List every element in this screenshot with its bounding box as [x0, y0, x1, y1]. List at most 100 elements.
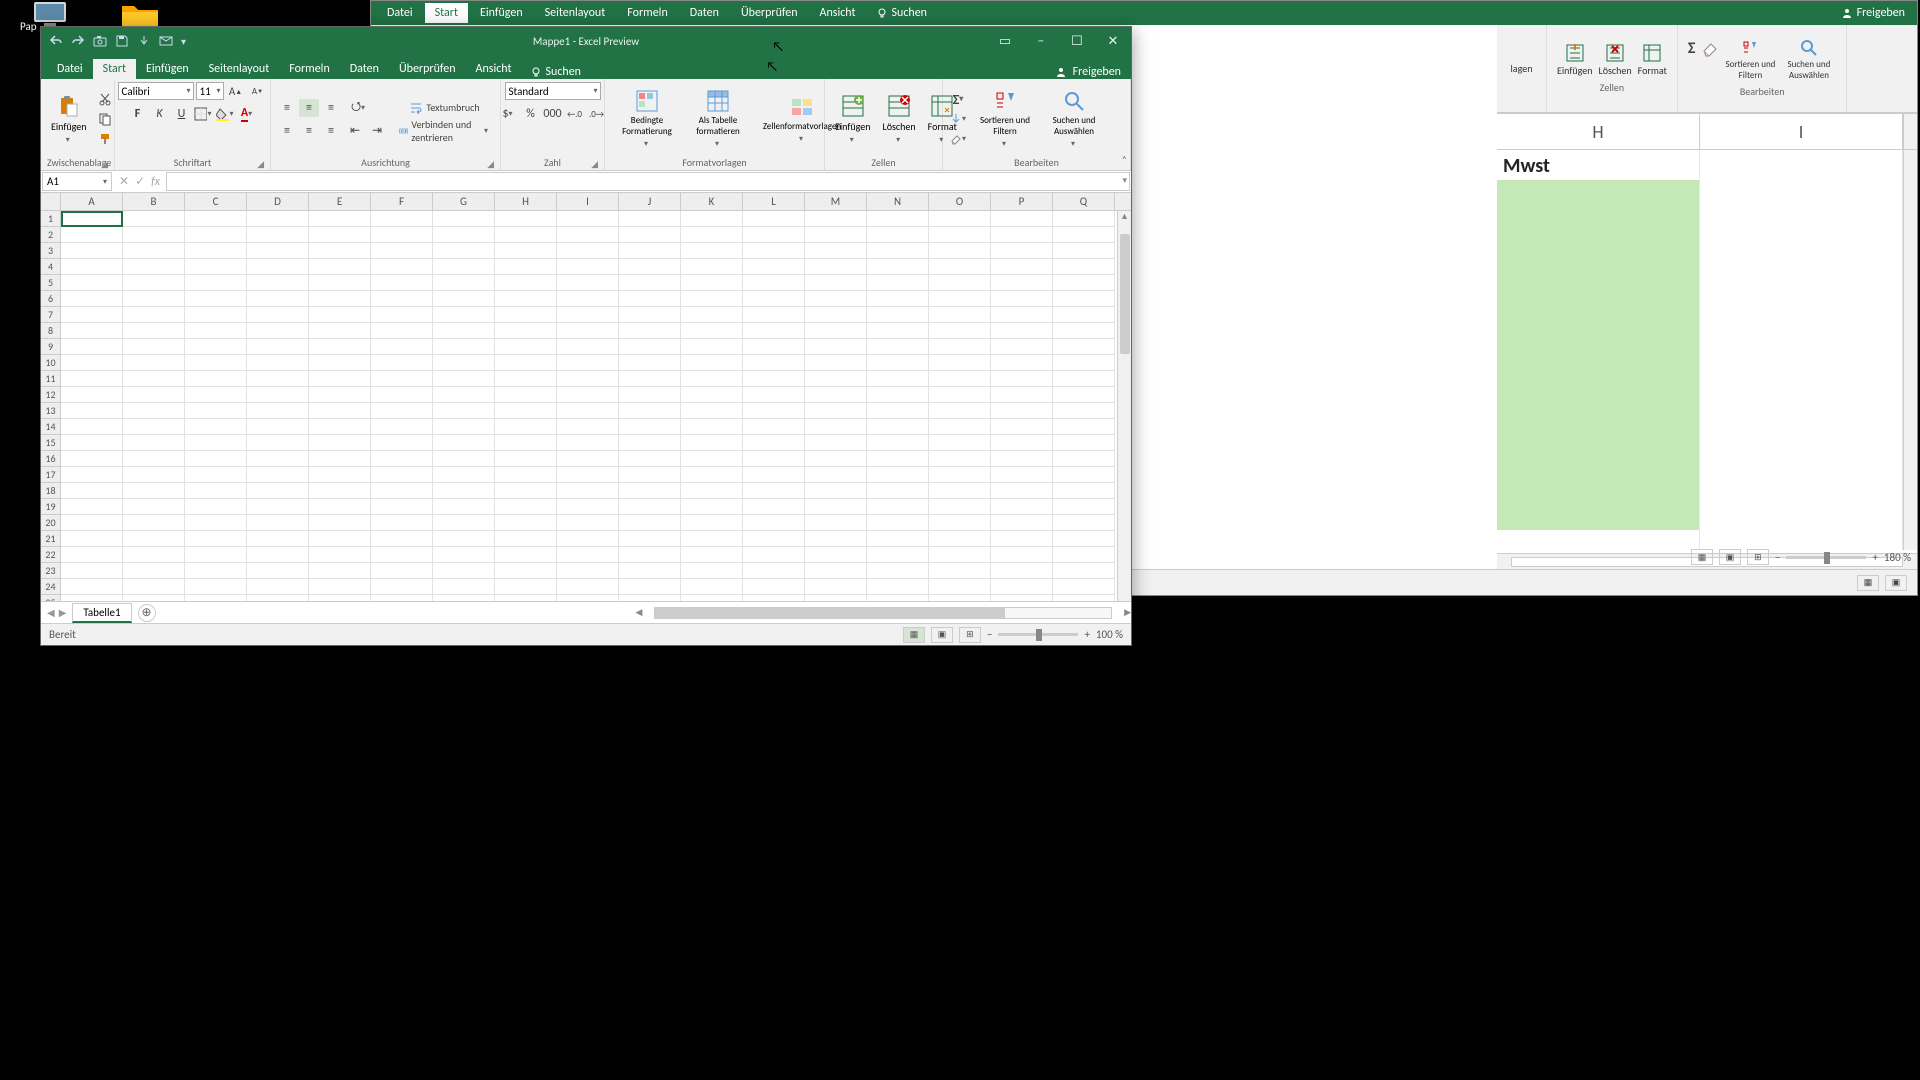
cell[interactable]: [309, 291, 371, 307]
cell[interactable]: [61, 579, 123, 595]
column-header-j[interactable]: J: [619, 193, 681, 210]
row-header-20[interactable]: 20: [41, 515, 61, 531]
cell[interactable]: [309, 387, 371, 403]
cell[interactable]: [433, 419, 495, 435]
bg-col-i[interactable]: I: [1700, 114, 1903, 149]
cell[interactable]: [371, 451, 433, 467]
cell[interactable]: [433, 435, 495, 451]
cell[interactable]: [247, 419, 309, 435]
cell[interactable]: [495, 355, 557, 371]
cell[interactable]: [309, 243, 371, 259]
zoom-out-button[interactable]: −: [987, 628, 992, 641]
cell[interactable]: [557, 419, 619, 435]
cell[interactable]: [433, 339, 495, 355]
cell[interactable]: [557, 467, 619, 483]
cell[interactable]: [247, 371, 309, 387]
cell[interactable]: [743, 467, 805, 483]
align-middle-button[interactable]: ≡: [299, 99, 319, 117]
row-header-23[interactable]: 23: [41, 563, 61, 579]
cell[interactable]: [247, 515, 309, 531]
cell[interactable]: [495, 387, 557, 403]
cell[interactable]: [557, 243, 619, 259]
bg-tab-einfuegen[interactable]: Einfügen: [470, 3, 533, 23]
cell[interactable]: [681, 499, 743, 515]
cell[interactable]: [743, 243, 805, 259]
cell[interactable]: [247, 259, 309, 275]
bg-tab-datei[interactable]: Datei: [377, 3, 423, 23]
cell[interactable]: [371, 211, 433, 227]
cell[interactable]: [991, 499, 1053, 515]
cell[interactable]: [743, 323, 805, 339]
cell[interactable]: [929, 339, 991, 355]
cell[interactable]: [805, 483, 867, 499]
cell[interactable]: [557, 211, 619, 227]
cell[interactable]: [681, 371, 743, 387]
cell[interactable]: [867, 451, 929, 467]
cell[interactable]: [805, 435, 867, 451]
cell[interactable]: [371, 547, 433, 563]
row-header-4[interactable]: 4: [41, 259, 61, 275]
cancel-icon[interactable]: ✕: [119, 174, 129, 189]
tab-ansicht[interactable]: Ansicht: [466, 59, 522, 79]
cell[interactable]: [805, 467, 867, 483]
cell[interactable]: [867, 387, 929, 403]
cell[interactable]: [371, 595, 433, 601]
column-header-n[interactable]: N: [867, 193, 929, 210]
cell[interactable]: [309, 371, 371, 387]
cell[interactable]: [185, 291, 247, 307]
cell[interactable]: [743, 579, 805, 595]
cell[interactable]: [557, 515, 619, 531]
cell[interactable]: [185, 371, 247, 387]
bg-sort-filter-button[interactable]: Sortieren und Filtern: [1725, 39, 1775, 81]
cell[interactable]: [371, 579, 433, 595]
cell[interactable]: [247, 243, 309, 259]
bg-tab-seitenlayout[interactable]: Seitenlayout: [535, 3, 616, 23]
cell[interactable]: [1053, 371, 1115, 387]
underline-button[interactable]: U: [172, 105, 192, 123]
decrease-indent-button[interactable]: ⇤: [345, 122, 365, 140]
cell[interactable]: [371, 499, 433, 515]
cell[interactable]: [247, 307, 309, 323]
cell[interactable]: [867, 291, 929, 307]
cell[interactable]: [371, 291, 433, 307]
cell[interactable]: [371, 355, 433, 371]
cell[interactable]: [61, 547, 123, 563]
row-header-22[interactable]: 22: [41, 547, 61, 563]
cell[interactable]: [929, 483, 991, 499]
cell[interactable]: [371, 435, 433, 451]
merge-center-button[interactable]: Verbinden und zentrieren▾: [395, 122, 494, 140]
cell[interactable]: [991, 355, 1053, 371]
cell[interactable]: [557, 371, 619, 387]
cell[interactable]: [61, 291, 123, 307]
column-header-e[interactable]: E: [309, 193, 371, 210]
cell[interactable]: [371, 531, 433, 547]
cell[interactable]: [495, 323, 557, 339]
cell[interactable]: [371, 467, 433, 483]
cell[interactable]: [61, 515, 123, 531]
font-color-button[interactable]: A▾: [238, 105, 258, 123]
qat-customize-icon[interactable]: ▾: [181, 35, 186, 48]
cell[interactable]: [743, 371, 805, 387]
cell[interactable]: [619, 467, 681, 483]
cell[interactable]: [681, 595, 743, 601]
cell[interactable]: [743, 419, 805, 435]
cell[interactable]: [929, 515, 991, 531]
cell[interactable]: [123, 307, 185, 323]
cut-button[interactable]: [95, 90, 115, 108]
cell[interactable]: [681, 531, 743, 547]
cell[interactable]: [619, 275, 681, 291]
cell[interactable]: [743, 547, 805, 563]
bg-tab-start[interactable]: Start: [425, 3, 468, 23]
cell[interactable]: [743, 435, 805, 451]
cell[interactable]: [433, 403, 495, 419]
camera-icon[interactable]: [93, 34, 107, 48]
cell[interactable]: [123, 275, 185, 291]
cell[interactable]: [123, 403, 185, 419]
cell[interactable]: [867, 483, 929, 499]
cell[interactable]: [929, 435, 991, 451]
cell[interactable]: [619, 515, 681, 531]
cell[interactable]: [929, 211, 991, 227]
cell[interactable]: [61, 243, 123, 259]
cell[interactable]: [867, 211, 929, 227]
cell[interactable]: [185, 531, 247, 547]
